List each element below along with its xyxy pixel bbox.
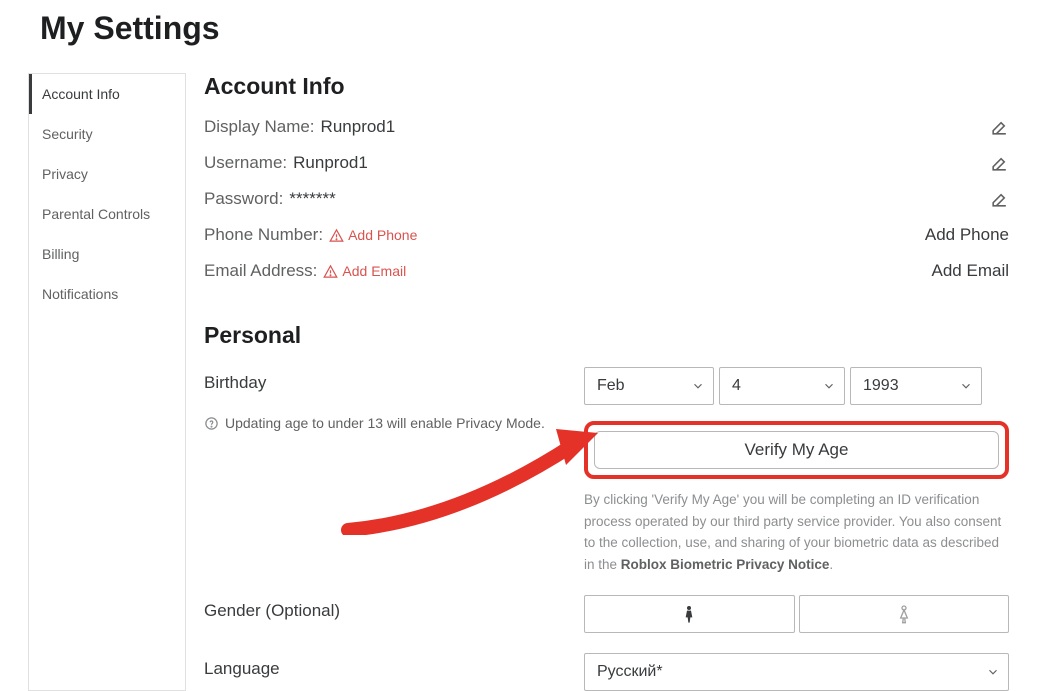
sidebar-item-account-info[interactable]: Account Info xyxy=(29,74,185,114)
birthday-day-value: 4 xyxy=(732,377,741,395)
add-email-inline-link[interactable]: Add Email xyxy=(323,263,406,279)
info-icon xyxy=(204,416,219,431)
verify-age-highlight: Verify My Age xyxy=(584,421,1009,479)
language-value: Русский* xyxy=(597,663,663,681)
warning-icon xyxy=(323,264,338,279)
birthday-row: Birthday Updating age to under 13 will e… xyxy=(204,367,1009,575)
chevron-down-icon xyxy=(959,379,973,393)
add-email-inline-text: Add Email xyxy=(342,263,406,279)
add-email-link[interactable]: Add Email xyxy=(932,261,1009,281)
sidebar-item-notifications[interactable]: Notifications xyxy=(29,274,185,314)
add-phone-inline-link[interactable]: Add Phone xyxy=(329,227,417,243)
personal-heading: Personal xyxy=(204,322,1009,349)
gender-label: Gender (Optional) xyxy=(204,601,584,621)
email-row: Email Address: Add Email Add Email xyxy=(204,258,1009,284)
edit-icon xyxy=(990,190,1009,209)
birthday-month-value: Feb xyxy=(597,377,625,395)
sidebar-item-billing[interactable]: Billing xyxy=(29,234,185,274)
username-label: Username: xyxy=(204,153,287,173)
display-name-label: Display Name: xyxy=(204,117,315,137)
birthday-year-select[interactable]: 1993 xyxy=(850,367,982,405)
birthday-day-select[interactable]: 4 xyxy=(719,367,845,405)
chevron-down-icon xyxy=(986,665,1000,679)
sidebar-item-security[interactable]: Security xyxy=(29,114,185,154)
settings-sidebar: Account Info Security Privacy Parental C… xyxy=(28,73,186,691)
edit-password[interactable] xyxy=(990,190,1009,209)
edit-icon xyxy=(990,118,1009,137)
add-phone-inline-text: Add Phone xyxy=(348,227,417,243)
birthday-month-select[interactable]: Feb xyxy=(584,367,714,405)
verify-disclaimer: By clicking 'Verify My Age' you will be … xyxy=(584,489,1009,575)
add-phone-link[interactable]: Add Phone xyxy=(925,225,1009,245)
edit-display-name[interactable] xyxy=(990,118,1009,137)
language-select[interactable]: Русский* xyxy=(584,653,1009,691)
male-icon xyxy=(681,604,697,624)
edit-username[interactable] xyxy=(990,154,1009,173)
gender-female-button[interactable] xyxy=(799,595,1010,633)
page-title: My Settings xyxy=(40,10,1009,47)
username-value: Runprod1 xyxy=(293,153,368,173)
password-label: Password: xyxy=(204,189,283,209)
main-panel: Account Info Display Name: Runprod1 User… xyxy=(186,73,1009,691)
account-info-heading: Account Info xyxy=(204,73,1009,100)
username-row: Username: Runprod1 xyxy=(204,150,1009,176)
display-name-row: Display Name: Runprod1 xyxy=(204,114,1009,140)
verify-my-age-button[interactable]: Verify My Age xyxy=(594,431,999,469)
biometric-privacy-link[interactable]: Roblox Biometric Privacy Notice xyxy=(621,557,830,572)
chevron-down-icon xyxy=(691,379,705,393)
chevron-down-icon xyxy=(822,379,836,393)
display-name-value: Runprod1 xyxy=(321,117,396,137)
birthday-year-value: 1993 xyxy=(863,377,899,395)
phone-row: Phone Number: Add Phone Add Phone xyxy=(204,222,1009,248)
gender-male-button[interactable] xyxy=(584,595,795,633)
age-note-text: Updating age to under 13 will enable Pri… xyxy=(225,415,545,431)
age-note: Updating age to under 13 will enable Pri… xyxy=(204,415,584,431)
phone-label: Phone Number: xyxy=(204,225,323,245)
password-row: Password: ******* xyxy=(204,186,1009,212)
female-icon xyxy=(896,604,912,624)
password-value: ******* xyxy=(289,189,335,209)
email-label: Email Address: xyxy=(204,261,317,281)
annotation-arrow-icon xyxy=(338,415,598,535)
edit-icon xyxy=(990,154,1009,173)
disclaimer-post: . xyxy=(829,557,833,572)
language-row: Language Русский* xyxy=(204,653,1009,691)
warning-icon xyxy=(329,228,344,243)
sidebar-item-parental-controls[interactable]: Parental Controls xyxy=(29,194,185,234)
birthday-label: Birthday xyxy=(204,373,584,393)
sidebar-item-privacy[interactable]: Privacy xyxy=(29,154,185,194)
gender-row: Gender (Optional) xyxy=(204,595,1009,633)
language-label: Language xyxy=(204,659,584,679)
